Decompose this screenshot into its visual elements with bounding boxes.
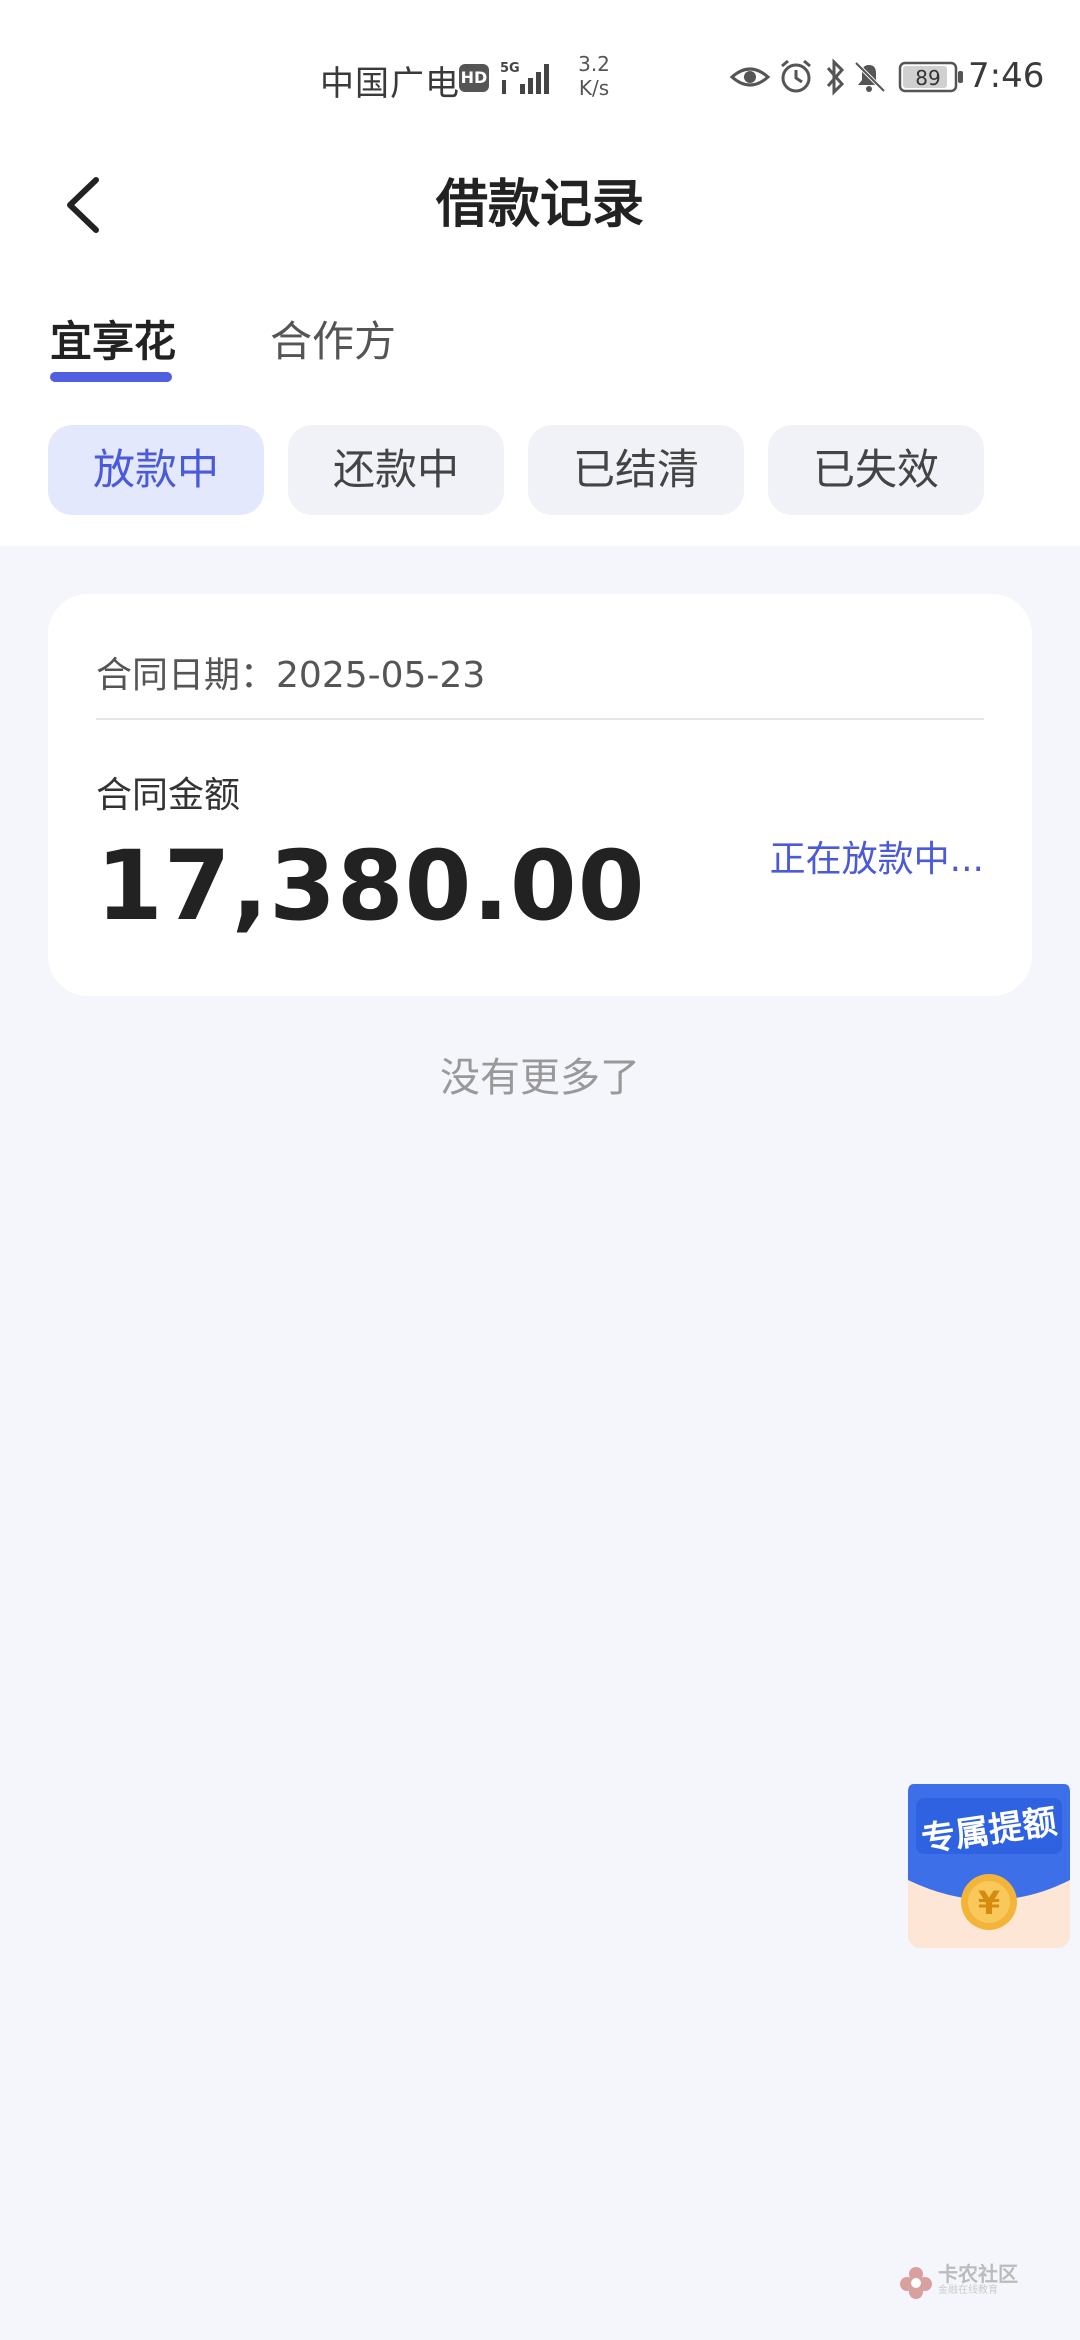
promo-credit-increase-icon[interactable]: 专属提额 ¥ [906,1780,1072,1952]
clock: 7:46 [968,56,1045,96]
loan-record-card[interactable]: 合同日期：2025-05-23 合同金额 17,380.00 正在放款中... [48,594,1032,996]
watermark-sub: 金融在线教育 [938,2285,998,2296]
alarm-icon [781,59,811,93]
tab-partner[interactable]: 合作方 [270,312,396,372]
contract-date: 合同日期：2025-05-23 [96,646,485,698]
contract-date-value: 2025-05-23 [276,655,486,696]
contract-amount-label: 合同金额 [96,775,241,816]
battery-icon: 89 [898,61,963,93]
status-bar: 中国广电 HD 5G 3.2 K/s 89 7:46 [0,0,1080,150]
promo-coin-symbol: ¥ [978,1884,1000,1922]
loan-status: 正在放款中... [769,839,984,880]
page-title: 借款记录 [435,175,644,235]
battery-level: 89 [915,66,940,90]
speed-unit: K/s [578,76,610,100]
filter-repaying[interactable]: 还款中 [288,425,504,515]
hd-badge: HD [459,64,489,92]
speed-value: 3.2 [578,52,610,76]
card-divider [96,718,984,720]
status-icons: 89 [730,58,963,96]
app-header: 借款记录 [0,150,1080,260]
filter-settled[interactable]: 已结清 [528,425,744,515]
signal-icon: 5G [500,61,549,94]
list-end-text: 没有更多了 [440,1055,640,1101]
filter-disbursing[interactable]: 放款中 [48,425,264,515]
contract-date-label: 合同日期： [96,655,277,696]
flower-logo-icon [900,2267,932,2299]
eye-icon [730,67,771,87]
bluetooth-icon [826,58,845,96]
watermark: 卡农社区 金融在线教育 [898,2262,1018,2302]
carrier-name: 中国广电 [320,64,460,104]
bell-muted-icon [854,61,886,93]
tab-active-indicator [50,372,172,382]
contract-amount: 17,380.00 [96,830,646,942]
watermark-name: 卡农社区 [938,2262,1018,2286]
network-speed: 3.2 K/s [569,52,619,100]
tab-yixianghua[interactable]: 宜享花 [50,312,176,372]
filter-expired[interactable]: 已失效 [768,425,984,515]
network-type: 5G [500,61,520,76]
